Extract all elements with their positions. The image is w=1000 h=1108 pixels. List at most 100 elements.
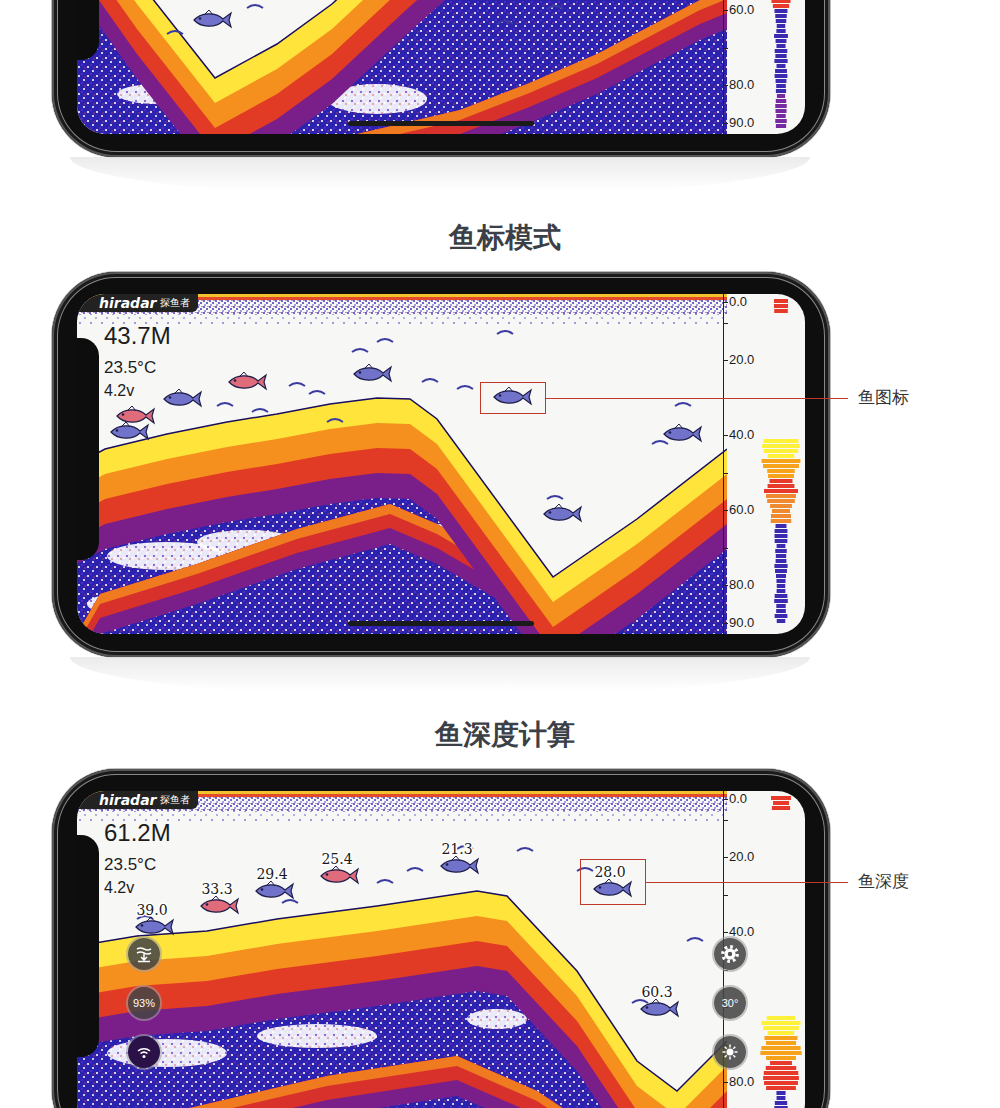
surface-clutter <box>77 791 727 823</box>
fish-depth-label: 60.3 <box>641 984 672 1000</box>
callout-label: 鱼图标 <box>858 386 909 410</box>
echo-arc <box>282 900 298 903</box>
fish-depth-label: 39.0 <box>136 902 167 918</box>
echo-arc <box>289 383 305 386</box>
echo-arc <box>547 6 563 9</box>
scale-tick <box>724 932 728 933</box>
scale-label: 0.0 <box>729 791 747 807</box>
scale-tick <box>724 895 728 896</box>
feature-section: 60.080.090.0 <box>0 0 1000 200</box>
control-column: 93% <box>128 938 160 1068</box>
scale-tick <box>724 799 728 800</box>
seabed-echo <box>77 891 727 1108</box>
scale-tick <box>724 548 728 549</box>
echo-arc <box>517 848 533 851</box>
scale-label: 90.0 <box>729 115 754 131</box>
echo-arc <box>247 5 263 8</box>
sonar-button[interactable] <box>128 938 160 970</box>
fish-icon <box>111 422 148 439</box>
phone-reflection <box>70 157 810 197</box>
scale-tick <box>724 473 728 474</box>
scale-tick <box>724 360 728 361</box>
scale-tick <box>724 857 728 858</box>
fish-icon <box>641 999 678 1016</box>
echo-arc <box>675 403 691 406</box>
scale-tick <box>724 323 728 324</box>
brand-logo: hiradar 探鱼者 <box>77 791 198 809</box>
settings-button[interactable] <box>714 938 746 970</box>
brand-logo: hiradar 探鱼者 <box>77 294 198 312</box>
sonar-chart <box>77 294 727 634</box>
scale-tick <box>724 123 728 124</box>
control-column: 30° <box>714 938 746 1068</box>
sonar-screen: 60.080.090.0 <box>77 0 805 134</box>
a-scope-meter <box>759 791 803 1108</box>
phone-notch <box>77 835 99 1057</box>
echo-arc <box>327 419 343 422</box>
echo-arc <box>217 403 233 406</box>
scale-tick <box>724 1082 728 1083</box>
gear-icon <box>720 944 740 964</box>
callout-line <box>546 398 848 399</box>
sonar-chart: 39.033.329.425.421.328.060.3 <box>77 791 727 1108</box>
callout-label: 鱼深度 <box>858 870 909 894</box>
scale-label: 60.0 <box>729 502 754 518</box>
fish-icon <box>164 389 201 406</box>
fish-icon <box>117 406 154 423</box>
fish-depth-label: 33.3 <box>201 881 232 897</box>
section-heading: 鱼深度计算 <box>0 715 1000 755</box>
reading-value: 61.2M <box>104 819 171 847</box>
sonar-screen: 0.020.040.060.080.090.0 hiradar 探鱼者 43.7… <box>77 294 805 634</box>
scale-tick <box>724 623 728 624</box>
sonar-chart <box>77 0 727 134</box>
feature-section: 鱼深度计算 39.033.329.425.421.328.060.3 0.020… <box>0 715 1000 1108</box>
fish-icon <box>201 896 238 913</box>
depth-scale: 60.080.090.0 <box>723 0 758 134</box>
fish-icon <box>354 364 391 381</box>
fish-depth-label: 25.4 <box>321 851 352 867</box>
readings: 61.2M23.5°C4.2v <box>104 819 171 899</box>
fish-depth-label: 21.3 <box>441 841 472 857</box>
echo-arc <box>252 409 268 412</box>
wifi-button[interactable] <box>128 1036 160 1068</box>
echo-arc <box>652 441 668 444</box>
scale-label: 90.0 <box>729 615 754 631</box>
fish-icon <box>256 881 293 898</box>
feature-section: 鱼标模式 0.020.040.060.080.090.0 hiradar 探鱼者… <box>0 218 1000 697</box>
light-icon <box>721 1043 739 1061</box>
scale-tick <box>724 302 728 303</box>
scale-label: 80.0 <box>729 1074 754 1090</box>
fish-icon <box>544 504 581 521</box>
fish-icon <box>441 856 478 873</box>
seabed-echo <box>77 0 727 134</box>
phone-notch <box>77 0 99 60</box>
status-badge[interactable]: 93% <box>128 987 160 1019</box>
scale-label: 20.0 <box>729 849 754 865</box>
scale-tick <box>724 10 728 11</box>
a-scope-meter <box>759 0 803 134</box>
callout-box <box>480 382 546 414</box>
phone-frame: 39.033.329.425.421.328.060.3 0.020.040.0… <box>52 769 830 1108</box>
scale-label: 0.0 <box>729 294 747 310</box>
sonar-screen: 39.033.329.425.421.328.060.3 0.020.040.0… <box>77 791 805 1108</box>
product-page: 60.080.090.0 鱼标模式 0.020.040.060.080.090.… <box>0 0 1000 1108</box>
echo-arc <box>632 1000 648 1003</box>
surface-clutter <box>77 294 727 326</box>
fish-icon <box>664 424 701 441</box>
echo-arc <box>497 331 513 334</box>
phone-mockup: 0.020.040.060.080.090.0 hiradar 探鱼者 43.7… <box>0 272 1000 657</box>
scale-tick <box>724 585 728 586</box>
phone-frame: 0.020.040.060.080.090.0 hiradar 探鱼者 43.7… <box>52 272 830 657</box>
fish-icon <box>321 866 358 883</box>
phone-frame: 60.080.090.0 <box>52 0 830 157</box>
section-heading: 鱼标模式 <box>0 218 1000 258</box>
scale-tick <box>724 510 728 511</box>
reading-value: 43.7M <box>104 322 171 350</box>
status-badge[interactable]: 30° <box>714 987 746 1019</box>
echo-arc <box>407 868 423 871</box>
scale-tick <box>724 48 728 49</box>
callout-box <box>580 859 646 905</box>
light-button[interactable] <box>714 1036 746 1068</box>
echo-arc <box>167 31 183 34</box>
echo-arc <box>309 391 325 394</box>
